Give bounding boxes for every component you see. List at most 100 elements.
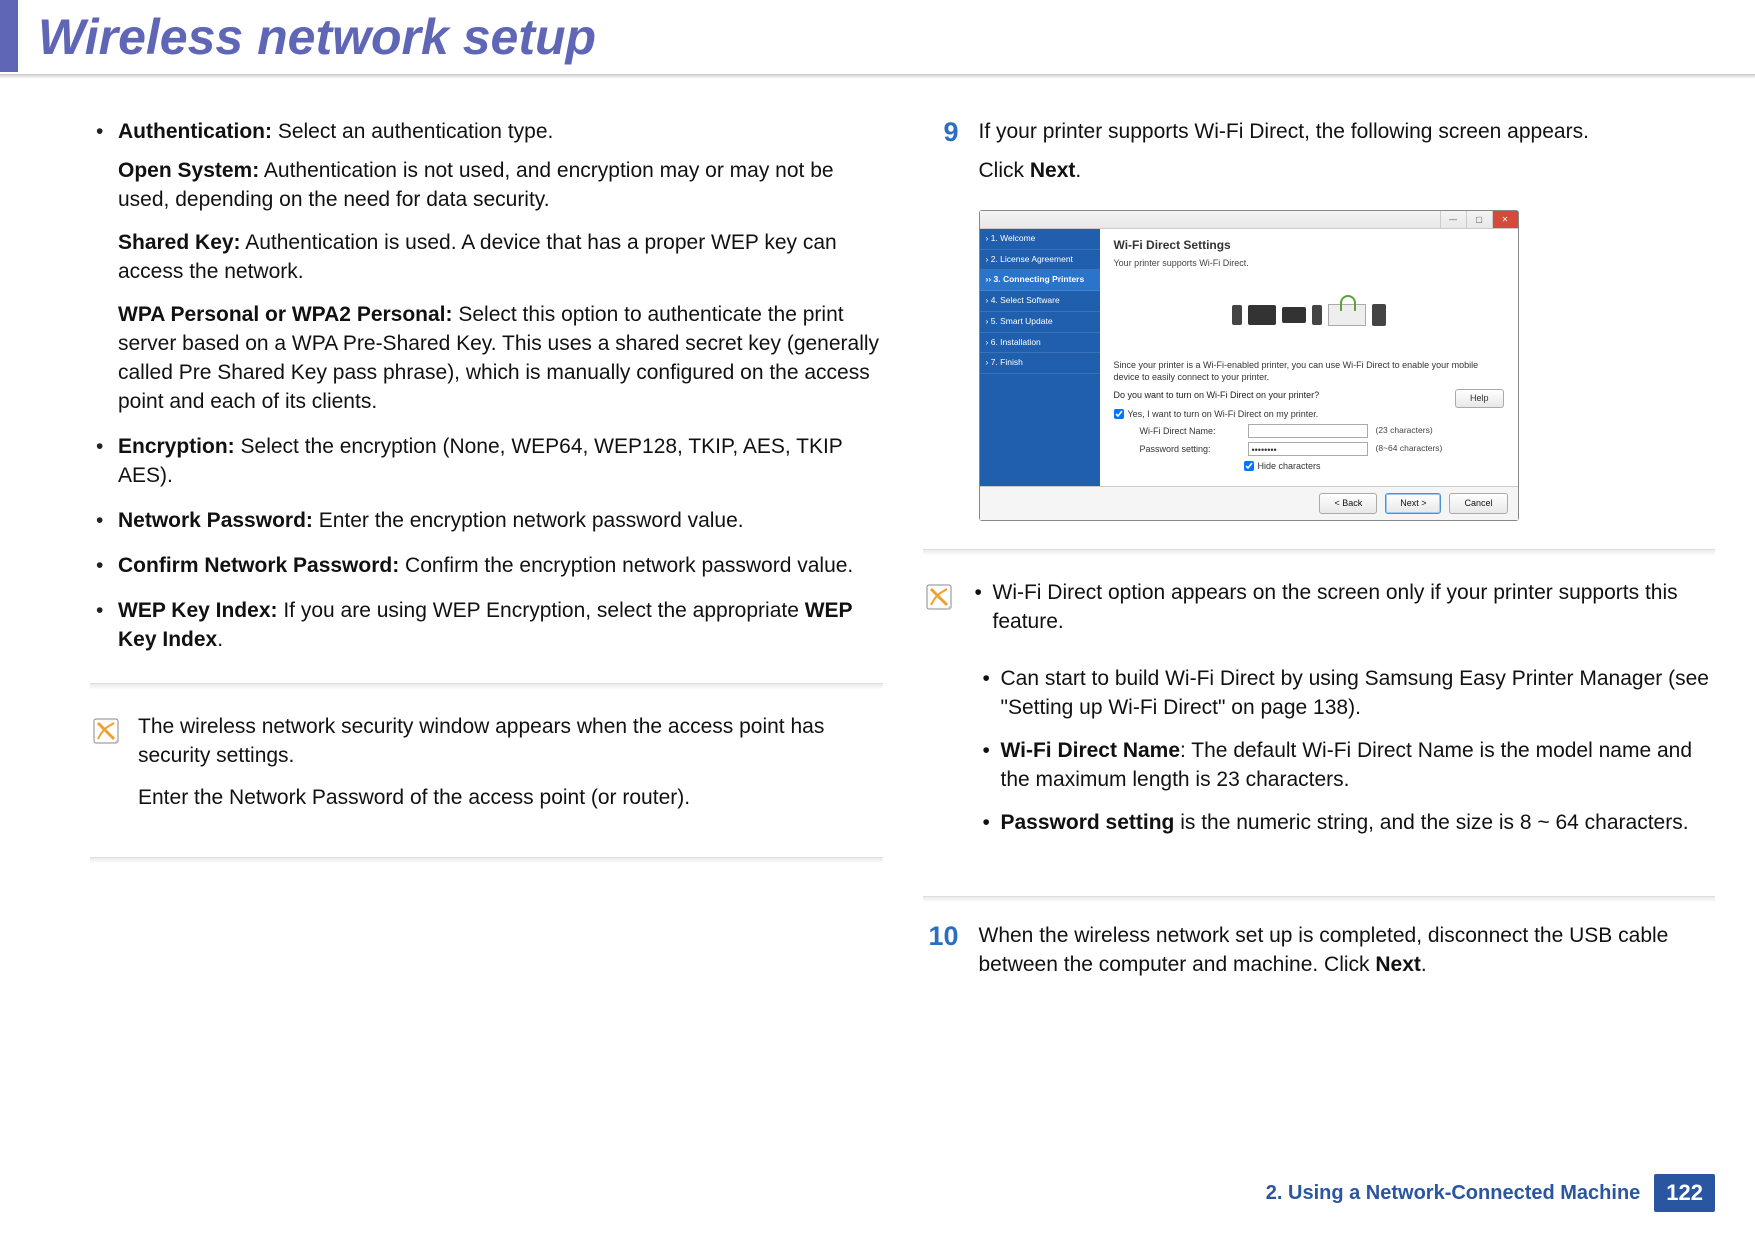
footer-page-number: 122: [1654, 1174, 1715, 1212]
item-wep-key-index: WEP Key Index: If you are using WEP Encr…: [90, 597, 883, 655]
page-footer: 2. Using a Network-Connected Machine 122: [1266, 1174, 1715, 1212]
sub-wpa: WPA Personal or WPA2 Personal: Select th…: [118, 301, 883, 417]
t: Samsung Easy Printer Manager (see: [1365, 667, 1709, 690]
note-icon: [90, 715, 122, 747]
nav-item[interactable]: › 5. Smart Update: [980, 312, 1100, 333]
printer-icon: [1328, 304, 1366, 326]
field-hint: (8~64 characters): [1376, 443, 1443, 455]
content-columns: Authentication: Select an authentication…: [0, 78, 1755, 1004]
page-header: Wireless network setup: [0, 0, 1755, 78]
note2-item4: Password setting is the numeric string, …: [979, 809, 1716, 838]
right-column: 9 If your printer supports Wi-Fi Direct,…: [923, 118, 1716, 1004]
sub-shared-key: Shared Key: Authentication is used. A de…: [118, 229, 883, 287]
note-icon: [923, 581, 955, 613]
password-setting-row: Password setting: •••••••• (8~64 charact…: [1140, 442, 1504, 456]
wifi-direct-name-row: Wi-Fi Direct Name: (23 characters): [1140, 424, 1504, 438]
nav-item[interactable]: › 6. Installation: [980, 333, 1100, 354]
monitor-icon: [1248, 305, 1276, 325]
t: When the wireless network set up is comp…: [979, 924, 1669, 976]
cancel-button[interactable]: Cancel: [1449, 493, 1507, 513]
checkbox-label: Hide characters: [1258, 460, 1321, 472]
lead: WEP Key Index:: [118, 599, 278, 622]
left-column: Authentication: Select an authentication…: [90, 118, 883, 1004]
callout-separator-bottom: [923, 896, 1716, 902]
note-line1: The wireless network security window app…: [138, 713, 883, 771]
step-number: 9: [923, 118, 959, 148]
step-10: 10 When the wireless network set up is c…: [923, 922, 1716, 990]
lead: Authentication:: [118, 120, 272, 143]
password-setting-input[interactable]: ••••••••: [1248, 442, 1368, 456]
titlebar-controls: — ▢ ✕: [1440, 211, 1518, 228]
installer-title: Wi-Fi Direct Settings: [1114, 237, 1504, 254]
wifi-icon: [1340, 295, 1356, 311]
lead: Encryption:: [118, 435, 235, 458]
installer-nav: › 1. Welcome › 2. License Agreement ›› 3…: [980, 229, 1100, 487]
phone-icon: [1232, 305, 1242, 325]
header-rule: [0, 74, 1755, 78]
body-c: .: [217, 628, 223, 651]
step-body: If your printer supports Wi-Fi Direct, t…: [979, 118, 1716, 196]
note2-item3: Wi-Fi Direct Name: The default Wi-Fi Dir…: [979, 737, 1716, 795]
note2-item2: Can start to build Wi-Fi Direct by using…: [979, 665, 1716, 723]
next-button[interactable]: Next >: [1385, 493, 1441, 513]
nav-item-active[interactable]: ›› 3. Connecting Printers: [980, 270, 1100, 291]
security-note-callout: The wireless network security window app…: [90, 707, 883, 830]
installer-main: Wi-Fi Direct Settings Your printer suppo…: [1100, 229, 1518, 487]
item-network-password: Network Password: Enter the encryption n…: [90, 507, 883, 536]
step-number: 10: [923, 922, 959, 952]
nav-item[interactable]: › 4. Select Software: [980, 291, 1100, 312]
body: Select an authentication type.: [272, 120, 553, 143]
close-icon[interactable]: ✕: [1492, 211, 1518, 228]
field-label: Wi-Fi Direct Name:: [1140, 425, 1240, 437]
body: Enter the encryption network password va…: [313, 509, 744, 532]
phone-icon: [1312, 305, 1322, 325]
laptop-icon: [1282, 307, 1306, 323]
installer-subtitle: Your printer supports Wi-Fi Direct.: [1114, 257, 1504, 269]
field-label: Password setting:: [1140, 443, 1240, 455]
lead: Confirm Network Password:: [118, 554, 399, 577]
minimize-icon[interactable]: —: [1440, 211, 1466, 228]
callout-separator-bottom: [90, 857, 883, 863]
lead: Password setting: [1001, 811, 1175, 834]
lead: Open System:: [118, 159, 259, 182]
back-button[interactable]: < Back: [1319, 493, 1377, 513]
cross-ref-link[interactable]: "Setting up Wi-Fi Direct" on page 138).: [1001, 696, 1361, 719]
sub-open-system: Open System: Authentication is not used,…: [118, 157, 883, 215]
body-a: If you are using WEP Encryption, select …: [278, 599, 805, 622]
page-title: Wireless network setup: [0, 8, 1755, 66]
lead: Shared Key:: [118, 231, 241, 254]
item-authentication: Authentication: Select an authentication…: [90, 118, 883, 417]
body: is the numeric string, and the size is 8…: [1174, 811, 1688, 834]
hide-characters-checkbox[interactable]: [1244, 461, 1254, 471]
installer-desc: Since your printer is a Wi-Fi-enabled pr…: [1114, 360, 1504, 383]
t-bold: Next: [1375, 953, 1421, 976]
enable-wifi-direct-checkbox-row: Yes, I want to turn on Wi-Fi Direct on m…: [1114, 408, 1504, 420]
window-titlebar: — ▢ ✕: [980, 211, 1518, 229]
nav-item[interactable]: › 7. Finish: [980, 353, 1100, 374]
installer-question: Do you want to turn on Wi-Fi Direct on y…: [1114, 389, 1504, 401]
item-encryption: Encryption: Select the encryption (None,…: [90, 433, 883, 491]
lead: Wi-Fi Direct Name: [1001, 739, 1181, 762]
step-body: When the wireless network set up is comp…: [979, 922, 1716, 990]
hide-characters-row: Hide characters: [1244, 460, 1504, 472]
wifi-direct-name-input[interactable]: [1248, 424, 1368, 438]
t: .: [1075, 159, 1081, 182]
nav-item[interactable]: › 2. License Agreement: [980, 250, 1100, 271]
t: Can start to build Wi-Fi Direct by using: [1001, 667, 1365, 690]
help-button[interactable]: Help: [1455, 389, 1504, 407]
lead: Network Password:: [118, 509, 313, 532]
item-confirm-network-password: Confirm Network Password: Confirm the en…: [90, 552, 883, 581]
enable-wifi-direct-checkbox[interactable]: [1114, 409, 1124, 419]
installer-footer: < Back Next > Cancel: [980, 486, 1518, 519]
callout-separator-top: [90, 683, 883, 689]
wifi-direct-note-callout: Wi-Fi Direct option appears on the scree…: [923, 573, 1716, 868]
wifi-illustration: [1114, 280, 1504, 350]
definitions-list: Authentication: Select an authentication…: [90, 118, 883, 655]
footer-chapter: 2. Using a Network-Connected Machine: [1266, 1182, 1641, 1205]
maximize-icon[interactable]: ▢: [1466, 211, 1492, 228]
tablet-icon: [1372, 304, 1386, 326]
accent-bar: [0, 0, 18, 72]
note-text: The wireless network security window app…: [138, 713, 883, 814]
nav-item[interactable]: › 1. Welcome: [980, 229, 1100, 250]
note-line2: Enter the Network Password of the access…: [138, 784, 883, 813]
